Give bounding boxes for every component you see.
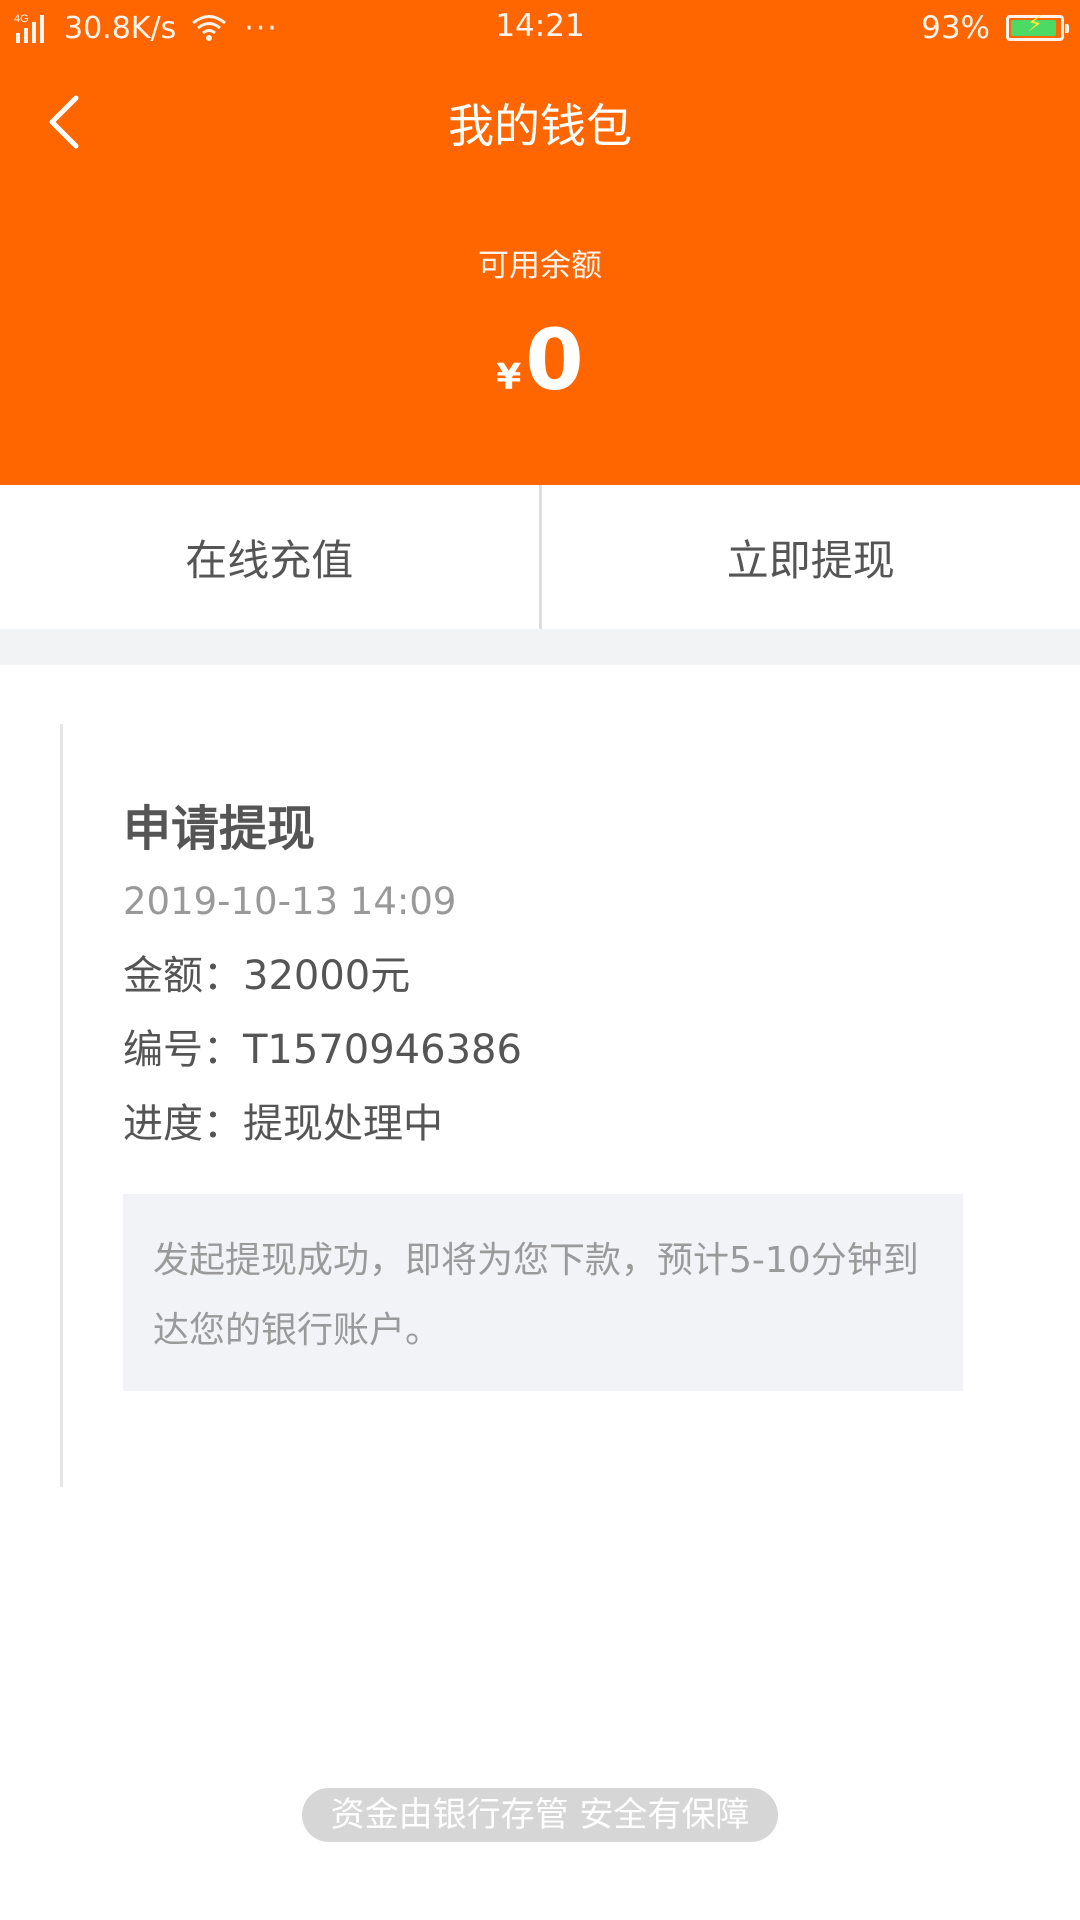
status-bar: 4G 30.8K/s ··· 14:21 93% ⚡ <box>0 0 1080 58</box>
balance-amount: ¥0 <box>0 318 1080 402</box>
battery-icon: ⚡ <box>1006 12 1069 41</box>
nav-bar: 我的钱包 <box>0 70 1080 170</box>
status-time: 14:21 <box>495 8 585 44</box>
section-separator <box>0 629 1080 665</box>
record-notice: 发起提现成功，即将为您下款，预计5-10分钟到达您的银行账户。 <box>123 1194 963 1391</box>
record-time: 2019-10-13 14:09 <box>123 880 457 923</box>
guarantee-badge: 资金由银行存管 安全有保障 <box>302 1788 778 1842</box>
record-number: 编号：T1570946386 <box>123 1027 522 1073</box>
withdraw-button[interactable]: 立即提现 <box>542 485 1080 629</box>
record-progress: 进度：提现处理中 <box>123 1101 443 1147</box>
charging-bolt-icon: ⚡ <box>1027 12 1043 37</box>
recharge-button[interactable]: 在线充值 <box>0 485 539 629</box>
record-title: 申请提现 <box>123 801 316 857</box>
battery-percent: 93% <box>921 10 990 46</box>
currency-symbol: ¥ <box>496 357 522 398</box>
withdraw-record: 申请提现 2019-10-13 14:09 金额：32000元 编号：T1570… <box>123 795 963 1391</box>
wallet-header: 4G 30.8K/s ··· 14:21 93% ⚡ 我的钱包 可用余额 ¥0 <box>0 0 1080 485</box>
balance-value: 0 <box>525 311 584 409</box>
action-bar: 在线充值 立即提现 <box>0 485 1080 629</box>
timeline-line <box>60 724 63 1487</box>
status-right: 93% ⚡ <box>921 8 1069 48</box>
balance-label: 可用余额 <box>478 248 602 284</box>
record-amount: 金额：32000元 <box>123 953 411 999</box>
page-title: 我的钱包 <box>448 99 632 153</box>
